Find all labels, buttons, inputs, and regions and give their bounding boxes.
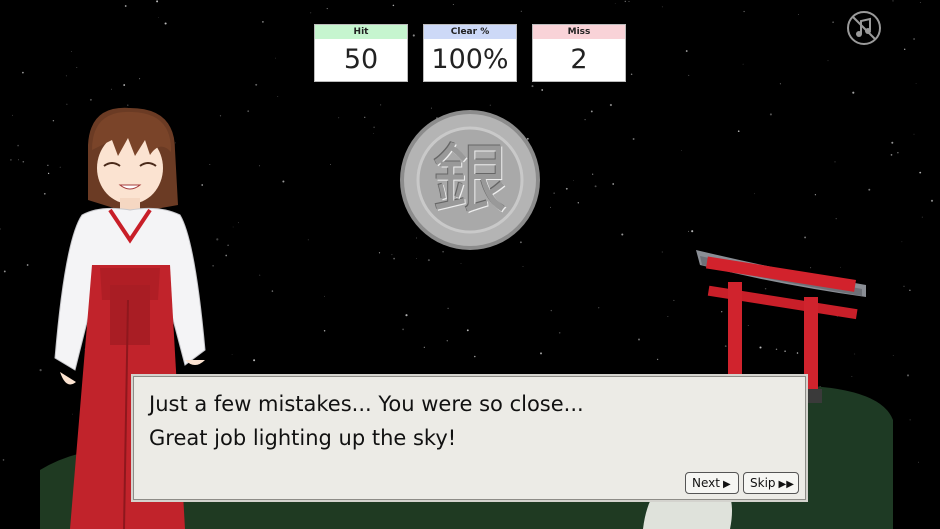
hit-stat-card: Hit 50 xyxy=(314,24,408,82)
medal-kanji: 銀 xyxy=(432,135,508,224)
music-muted-icon xyxy=(847,11,881,45)
dialogue-line-1: Just a few mistakes... You were so close… xyxy=(149,392,584,416)
skip-label: Skip xyxy=(750,476,776,490)
hit-label: Hit xyxy=(315,25,407,39)
silver-medal: 銀 xyxy=(400,110,540,250)
skip-button[interactable]: Skip ▶▶ xyxy=(743,472,799,494)
music-muted-button[interactable] xyxy=(846,10,882,46)
clear-percent-stat-card: Clear % 100% xyxy=(423,24,517,82)
dialogue-box: Just a few mistakes... You were so close… xyxy=(131,374,808,502)
miss-value: 2 xyxy=(570,44,588,75)
miss-label: Miss xyxy=(533,25,625,39)
dialogue-line-2: Great job lighting up the sky! xyxy=(149,426,457,450)
next-label: Next xyxy=(692,476,720,490)
clear-percent-value: 100% xyxy=(431,44,509,75)
miss-stat-card: Miss 2 xyxy=(532,24,626,82)
fast-forward-icon: ▶▶ xyxy=(778,479,794,490)
next-button[interactable]: Next ▶ xyxy=(685,472,739,494)
play-triangle-icon: ▶ xyxy=(722,479,731,490)
hit-value: 50 xyxy=(343,44,379,75)
clear-percent-label: Clear % xyxy=(424,25,516,39)
